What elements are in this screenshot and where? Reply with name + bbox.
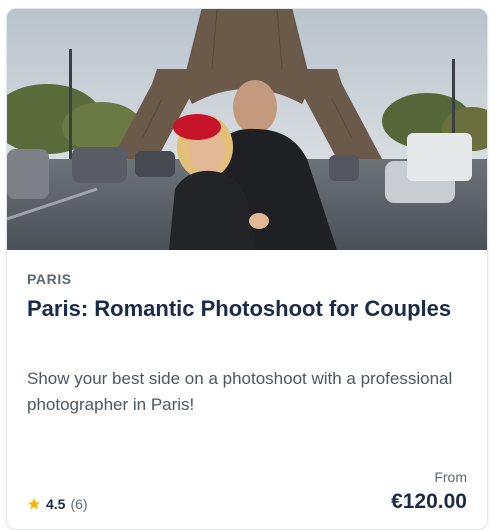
- activity-description: Show your best side on a photoshoot with…: [27, 369, 453, 414]
- card-body: PARIS Paris: Romantic Photoshoot for Cou…: [7, 250, 487, 529]
- price-amount: €120.00: [391, 490, 467, 513]
- activity-title[interactable]: Paris: Romantic Photoshoot for Couples: [27, 291, 467, 326]
- price-prefix: From: [434, 469, 467, 485]
- activity-card[interactable]: PARIS Paris: Romantic Photoshoot for Cou…: [6, 8, 488, 530]
- activity-photo[interactable]: [7, 9, 487, 250]
- location-label: PARIS: [27, 271, 72, 287]
- star-icon: [28, 498, 40, 510]
